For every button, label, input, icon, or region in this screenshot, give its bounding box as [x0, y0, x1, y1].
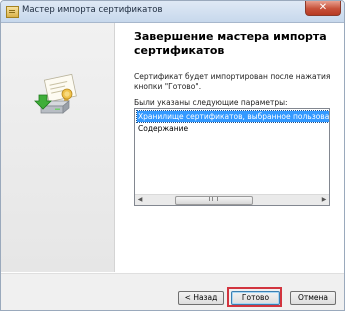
- button-bar: < Назад Готово Отмена: [1, 273, 344, 310]
- cancel-button[interactable]: Отмена: [290, 291, 336, 305]
- scroll-right-icon[interactable]: ▶: [319, 195, 329, 205]
- certificate-install-icon: [34, 73, 77, 114]
- list-item[interactable]: Хранилище сертификатов, выбранное пользо…: [136, 110, 329, 123]
- back-button[interactable]: < Назад: [178, 291, 224, 305]
- description-text: Сертификат будет импортирован после нажа…: [134, 72, 331, 91]
- wizard-banner: [1, 23, 115, 272]
- params-label: Были указаны следующие параметры:: [134, 98, 288, 107]
- wizard-window: Мастер импорта сертификатов ✕ Завершение…: [0, 0, 345, 311]
- params-listbox[interactable]: Хранилище сертификатов, выбранное пользо…: [134, 108, 330, 206]
- grip-icon: [209, 197, 218, 201]
- horizontal-scrollbar[interactable]: ◀ ▶: [135, 194, 329, 205]
- window-title: Мастер импорта сертификатов: [22, 5, 163, 15]
- close-button[interactable]: ✕: [305, 1, 341, 16]
- finish-button[interactable]: Готово: [231, 291, 280, 305]
- page-title: Завершение мастера импорта сертификатов: [134, 30, 327, 57]
- title-bar[interactable]: Мастер импорта сертификатов ✕: [1, 1, 344, 23]
- scroll-left-icon[interactable]: ◀: [135, 195, 145, 205]
- list-item[interactable]: Содержание: [137, 123, 188, 134]
- certificate-icon: [6, 6, 19, 18]
